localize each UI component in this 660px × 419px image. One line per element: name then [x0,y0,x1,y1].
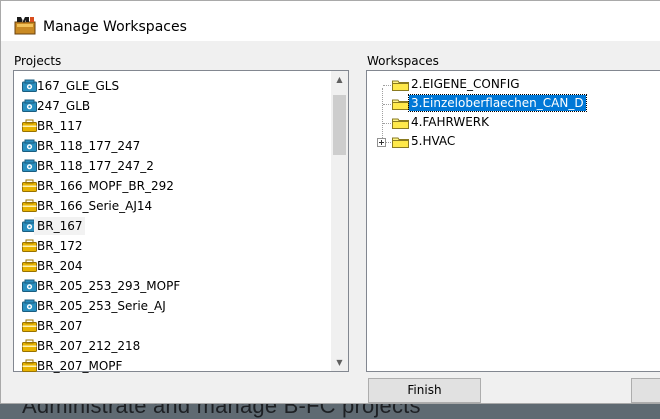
workspace-item[interactable]: 3.Einzeloberflaechen_CAN_D [367,94,660,113]
workspace-item-label: 4.FAHRWERK [411,115,489,129]
project-item[interactable]: BR_207_212_218 [14,336,328,356]
project-gear-icon [22,279,37,292]
project-item[interactable]: BR_167 [14,216,328,236]
folder-icon [392,117,409,129]
project-gear-icon [22,139,37,152]
scroll-thumb[interactable] [333,95,346,155]
workspaces-label: Workspaces [367,54,439,68]
project-item-label: BR_207 [37,319,83,333]
project-item[interactable]: BR_166_Serie_AJ14 [14,196,328,216]
project-item-label: BR_117 [37,119,83,133]
project-item-label: BR_166_Serie_AJ14 [37,199,153,213]
tree-connector [383,123,391,124]
workspace-item-label: 5.HVAC [411,134,456,148]
folder-icon [392,98,409,110]
project-item[interactable]: BR_172 [14,236,328,256]
project-item[interactable]: 247_GLB [14,96,328,116]
project-box-icon [22,339,37,352]
workspace-item[interactable]: 5.HVAC [367,132,660,151]
project-box-icon [22,319,37,332]
scroll-up-icon[interactable]: ▲ [331,71,348,88]
project-item[interactable]: BR_118_177_247_2 [14,156,328,176]
project-item[interactable]: BR_117 [14,116,328,136]
project-item-label: 167_GLE_GLS [37,79,120,93]
project-item-label: BR_205_253_293_MOPF [37,279,181,293]
folder-icon [392,79,409,91]
title-bar[interactable]: Manage Workspaces [1,1,660,41]
project-box-icon [22,199,37,212]
workspace-item[interactable]: 2.EIGENE_CONFIG [367,75,660,94]
folder-icon [392,136,409,148]
project-box-icon [22,119,37,132]
project-item[interactable]: BR_205_253_Serie_AJ [14,296,328,316]
projects-list[interactable]: 167_GLE_GLS 247_GLB BR_117 BR_118_177_247 BR… [13,70,349,373]
manage-workspaces-dialog: Manage Workspaces Projects Workspaces 16… [0,0,660,404]
project-box-icon [22,179,37,192]
workspace-item[interactable]: 4.FAHRWERK [367,113,660,132]
tree-connector [383,85,391,86]
project-box-icon [22,359,37,372]
project-item-label: BR_207_MOPF [37,359,123,373]
project-item[interactable]: BR_204 [14,256,328,276]
project-item-label: BR_204 [37,259,83,273]
project-item-label: BR_118_177_247_2 [37,159,154,173]
expand-icon[interactable] [377,138,386,147]
finish-button[interactable]: Finish [368,378,481,403]
workspaces-tree[interactable]: 2.EIGENE_CONFIG 3.Einzeloberflaechen_CAN_… [366,70,660,372]
project-item-label: BR_207_212_218 [37,339,141,353]
project-box-icon [22,259,37,272]
window-title: Manage Workspaces [43,19,187,35]
scroll-down-icon[interactable]: ▼ [331,354,348,371]
project-item[interactable]: 167_GLE_GLS [14,76,328,96]
project-item-label: 247_GLB [37,99,91,113]
next-button[interactable] [631,378,660,403]
project-gear-icon [22,159,37,172]
workspace-item-label: 2.EIGENE_CONFIG [411,77,520,91]
project-item[interactable]: BR_207 [14,316,328,336]
project-item[interactable]: BR_118_177_247 [14,136,328,156]
project-gear-icon [22,99,37,112]
project-item-label: BR_205_253_Serie_AJ [37,299,166,313]
project-item-label: BR_172 [37,239,83,253]
app-icon [14,17,36,35]
project-item[interactable]: BR_207_MOPF [14,356,328,376]
project-gear-icon [22,299,37,312]
project-item[interactable]: BR_166_MOPF_BR_292 [14,176,328,196]
tree-connector [383,104,391,105]
projects-scrollbar[interactable]: ▲ ▼ [331,71,348,371]
project-item-label: BR_166_MOPF_BR_292 [37,179,174,193]
projects-label: Projects [14,54,62,68]
project-box-icon [22,239,37,252]
workspace-item-label: 3.Einzeloberflaechen_CAN_D [408,94,587,112]
project-item[interactable]: BR_205_253_293_MOPF [14,276,328,296]
project-item-label: BR_118_177_247 [37,139,141,153]
project-item-label: BR_167 [34,217,86,235]
project-gear-icon [22,79,37,92]
